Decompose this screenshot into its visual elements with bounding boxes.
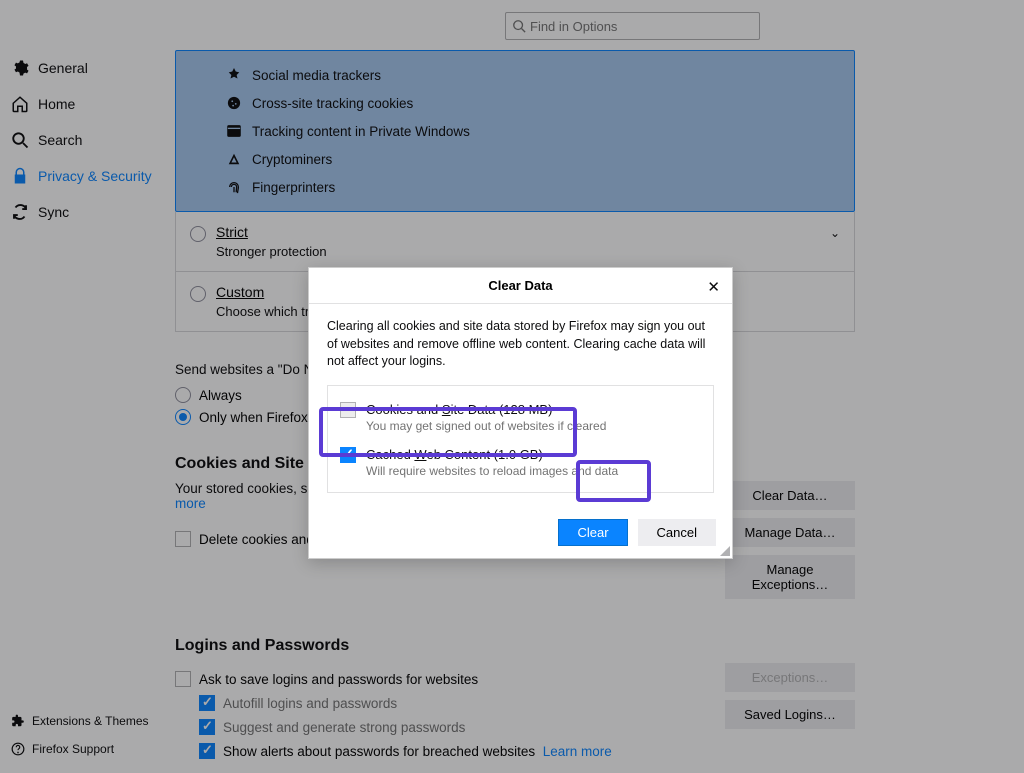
- option-cookies[interactable]: Cookies and Site Data (128 MB) You may g…: [340, 402, 701, 433]
- close-icon[interactable]: ✕: [707, 278, 720, 296]
- dialog-header: Clear Data ✕: [309, 268, 732, 304]
- dialog-footer: Clear Cancel: [309, 507, 732, 558]
- checkbox-icon: [340, 447, 356, 463]
- dialog-title: Clear Data: [488, 278, 552, 293]
- option-cached[interactable]: Cached Web Content (1.0 GB) Will require…: [340, 447, 701, 478]
- option-desc: Will require websites to reload images a…: [366, 464, 618, 478]
- option-desc: You may get signed out of websites if cl…: [366, 419, 606, 433]
- dialog-body: Clearing all cookies and site data store…: [309, 304, 732, 507]
- option-title: Cookies and Site Data (128 MB): [366, 402, 606, 417]
- dialog-description: Clearing all cookies and site data store…: [327, 318, 714, 371]
- dialog-options: Cookies and Site Data (128 MB) You may g…: [327, 385, 714, 493]
- checkbox-icon: [340, 402, 356, 418]
- cancel-button[interactable]: Cancel: [638, 519, 716, 546]
- clear-button[interactable]: Clear: [558, 519, 627, 546]
- clear-data-dialog: Clear Data ✕ Clearing all cookies and si…: [308, 267, 733, 559]
- option-title: Cached Web Content (1.0 GB): [366, 447, 618, 462]
- resize-grip[interactable]: [718, 544, 730, 556]
